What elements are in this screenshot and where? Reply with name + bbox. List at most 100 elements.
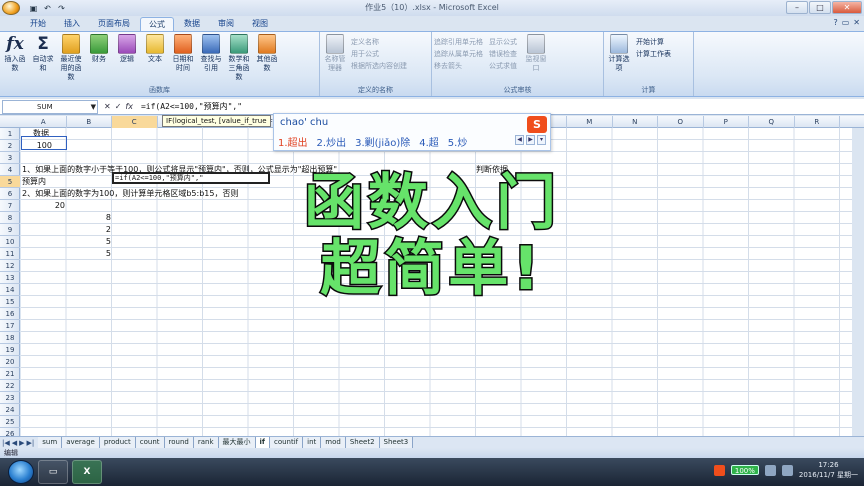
calendar-book-icon	[174, 34, 192, 54]
ime-candidate[interactable]: 4.超	[419, 134, 439, 149]
column-header[interactable]: N	[613, 116, 658, 128]
prev-sheet-icon[interactable]: ◀	[12, 439, 17, 447]
use-in-formula-button[interactable]: 用于公式	[351, 49, 407, 59]
row-header[interactable]: 25	[0, 416, 20, 428]
row-header[interactable]: 19	[0, 344, 20, 356]
first-sheet-icon[interactable]: |◀	[2, 439, 10, 447]
minimize-button[interactable]: –	[786, 1, 808, 14]
row-header[interactable]: 24	[0, 404, 20, 416]
text-button[interactable]: 文本	[142, 34, 168, 82]
row-header[interactable]: 23	[0, 392, 20, 404]
create-from-selection-button[interactable]: 根据所选内容创建	[351, 61, 407, 71]
tab-data[interactable]: 数据	[176, 17, 208, 31]
row-header[interactable]: 2	[0, 140, 20, 152]
sogou-logo-icon: S	[527, 116, 547, 133]
cancel-icon[interactable]: ✕	[104, 102, 111, 111]
recent-functions-button[interactable]: 最近使用的函数	[58, 34, 84, 82]
sheet-tab[interactable]: count	[135, 437, 165, 448]
sheet-tab[interactable]: rank	[193, 437, 219, 448]
ime-candidate[interactable]: 1.超出	[278, 134, 308, 149]
sheet-tab[interactable]: 最大最小	[218, 437, 256, 448]
chevron-down-icon[interactable]: ▼	[91, 101, 96, 113]
tab-home[interactable]: 开始	[22, 17, 54, 31]
row-header[interactable]: 17	[0, 320, 20, 332]
battery-indicator[interactable]: 100%	[730, 465, 759, 475]
ime-candidate[interactable]: 3.剿(jiǎo)除	[355, 134, 410, 149]
excel-taskbar-icon[interactable]: X	[72, 460, 102, 484]
sheet-tab[interactable]: sum	[38, 437, 63, 448]
calculate-now-button[interactable]: 开始计算	[636, 37, 671, 47]
row-header[interactable]: 20	[0, 356, 20, 368]
next-sheet-icon[interactable]: ▶	[19, 439, 24, 447]
sogou-tray-icon[interactable]	[713, 464, 725, 476]
remove-arrows-button[interactable]: 移去箭头	[434, 61, 483, 71]
start-button[interactable]	[8, 460, 34, 484]
autosum-button[interactable]: Σ 自动求和	[30, 34, 56, 82]
tab-view[interactable]: 视图	[244, 17, 276, 31]
sheet-tab[interactable]: countif	[269, 437, 304, 448]
evaluate-formula-button[interactable]: 公式求值	[489, 61, 517, 71]
tab-review[interactable]: 审阅	[210, 17, 242, 31]
close-workbook-icon[interactable]: ✕	[853, 18, 860, 27]
sheet-tab[interactable]: average	[62, 437, 100, 448]
column-header[interactable]: O	[658, 116, 704, 128]
network-icon[interactable]	[764, 464, 776, 476]
ime-composition: chao' chu	[280, 117, 329, 128]
column-header[interactable]: C	[112, 116, 158, 128]
insert-function-button[interactable]: fx 插入函数	[2, 34, 28, 82]
last-sheet-icon[interactable]: ▶|	[27, 439, 35, 447]
sheet-tab[interactable]: product	[99, 437, 136, 448]
error-checking-button[interactable]: 错误检查	[489, 49, 517, 59]
more-functions-button[interactable]: 其他函数	[254, 34, 280, 82]
clock[interactable]: 17:26 2016/11/7 星期一	[799, 460, 858, 480]
tab-page-layout[interactable]: 页面布局	[90, 17, 138, 31]
maximize-button[interactable]: □	[809, 1, 831, 14]
taskbar: ▭ X 100% 17:26 2016/11/7 星期一	[0, 458, 864, 486]
ime-candidate[interactable]: 2.炒出	[317, 134, 347, 149]
calculate-sheet-button[interactable]: 计算工作表	[636, 49, 671, 59]
show-formulas-button[interactable]: 显示公式	[489, 37, 517, 47]
trace-precedents-button[interactable]: 追踪引用单元格	[434, 37, 483, 47]
column-header[interactable]: M	[567, 116, 613, 128]
row-header[interactable]: 3	[0, 152, 20, 164]
row-header[interactable]: 16	[0, 308, 20, 320]
column-header[interactable]: Q	[749, 116, 795, 128]
row-header[interactable]: 22	[0, 380, 20, 392]
tab-formulas[interactable]: 公式	[140, 17, 174, 31]
restore-icon[interactable]: ▭	[842, 18, 850, 27]
sheet-tab[interactable]: Sheet3	[379, 437, 414, 448]
sheet-tab[interactable]: round	[164, 437, 194, 448]
explorer-taskbar-icon[interactable]: ▭	[38, 460, 68, 484]
close-button[interactable]: ✕	[832, 1, 862, 14]
ime-expand-icon[interactable]: ▾	[537, 135, 546, 145]
sheet-tab[interactable]: mod	[321, 437, 346, 448]
formula-input[interactable]: =if(A2<=100,"预算内","	[141, 101, 242, 112]
logical-button[interactable]: 逻辑	[114, 34, 140, 82]
volume-icon[interactable]	[781, 464, 793, 476]
sheet-tab[interactable]: Sheet2	[345, 437, 380, 448]
column-header[interactable]: B	[67, 116, 112, 128]
column-header[interactable]: P	[704, 116, 749, 128]
trace-dependents-button[interactable]: 追踪从属单元格	[434, 49, 483, 59]
name-box[interactable]: SUM ▼	[2, 99, 98, 114]
row-header[interactable]: 1	[0, 128, 20, 140]
tab-insert[interactable]: 插入	[56, 17, 88, 31]
date-time-button[interactable]: 日期和时间	[170, 34, 196, 82]
enter-icon[interactable]: ✓	[115, 102, 122, 111]
lookup-reference-button[interactable]: 查找与引用	[198, 34, 224, 82]
ime-next-icon[interactable]: ▶	[526, 135, 535, 145]
sheet-tab[interactable]: if	[255, 437, 270, 448]
column-header[interactable]: R	[795, 116, 840, 128]
fx-button-icon[interactable]: fx	[125, 102, 133, 111]
help-icon[interactable]: ?	[833, 18, 837, 27]
sheet-tab[interactable]: int	[303, 437, 322, 448]
define-name-button[interactable]: 定义名称	[351, 37, 407, 47]
ime-candidate[interactable]: 5.炒	[448, 134, 468, 149]
ime-prev-icon[interactable]: ◀	[515, 135, 524, 145]
math-trig-button[interactable]: 数学和三角函数	[226, 34, 252, 82]
financial-button[interactable]: 财务	[86, 34, 112, 82]
column-header[interactable]: A	[21, 116, 67, 128]
row-header[interactable]: 21	[0, 368, 20, 380]
defined-names-group: 名称管理器 定义名称 用于公式 根据所选内容创建 定义的名称	[320, 32, 432, 96]
row-header[interactable]: 18	[0, 332, 20, 344]
